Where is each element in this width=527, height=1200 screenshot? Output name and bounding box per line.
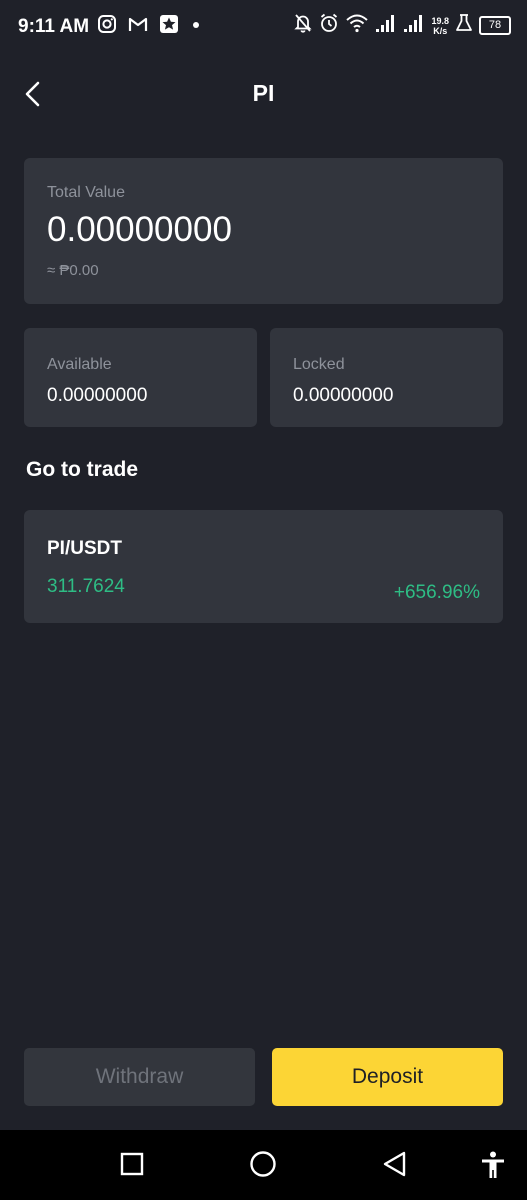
status-bar: 9:11 AM 19.8 K/s 78 <box>0 0 527 56</box>
total-value-label: Total Value <box>47 184 125 201</box>
total-value-fiat: ≈ ₱0.00 <box>47 262 99 279</box>
alarm-icon <box>319 12 339 39</box>
accessibility-icon[interactable] <box>479 1150 507 1185</box>
signal-icon <box>403 12 425 39</box>
total-value-card: Total Value 0.00000000 ≈ ₱0.00 <box>24 158 503 304</box>
status-time: 9:11 AM <box>18 16 90 37</box>
available-label: Available <box>47 356 112 373</box>
total-value-amount: 0.00000000 <box>47 210 232 249</box>
deposit-button[interactable]: Deposit <box>272 1048 503 1106</box>
gmail-icon <box>127 14 149 39</box>
locked-label: Locked <box>293 356 345 373</box>
available-card: Available 0.00000000 <box>24 328 257 427</box>
home-icon[interactable] <box>249 1150 277 1183</box>
wifi-icon <box>345 12 369 39</box>
flask-icon <box>455 12 473 39</box>
locked-card: Locked 0.00000000 <box>270 328 503 427</box>
star-app-icon <box>159 14 179 39</box>
system-icons: 19.8 K/s 78 <box>293 12 511 39</box>
back-icon[interactable] <box>381 1150 409 1183</box>
system-navigation-bar <box>0 1130 527 1200</box>
instagram-icon <box>97 14 117 39</box>
network-speed-value: 19.8 <box>431 15 449 26</box>
withdraw-button[interactable]: Withdraw <box>24 1048 255 1106</box>
recents-icon[interactable] <box>119 1150 145 1183</box>
notification-icons <box>97 14 203 39</box>
signal-icon <box>375 12 397 39</box>
trade-pair-change: +656.96% <box>393 582 480 603</box>
bell-off-icon <box>293 12 313 39</box>
battery-icon: 78 <box>479 16 511 35</box>
locked-amount: 0.00000000 <box>293 385 394 406</box>
trade-pair-name: PI/USDT <box>47 538 122 559</box>
available-amount: 0.00000000 <box>47 385 148 406</box>
trade-pair-card[interactable]: PI/USDT 311.7624 +656.96% <box>24 510 503 623</box>
network-speed: 19.8 K/s <box>431 16 449 36</box>
dot-icon <box>189 14 203 39</box>
page-header: PI <box>0 66 527 122</box>
page-title: PI <box>252 80 275 106</box>
go-to-trade-heading: Go to trade <box>26 458 139 481</box>
trade-pair-price: 311.7624 <box>47 576 125 597</box>
network-speed-unit: K/s <box>433 25 448 36</box>
